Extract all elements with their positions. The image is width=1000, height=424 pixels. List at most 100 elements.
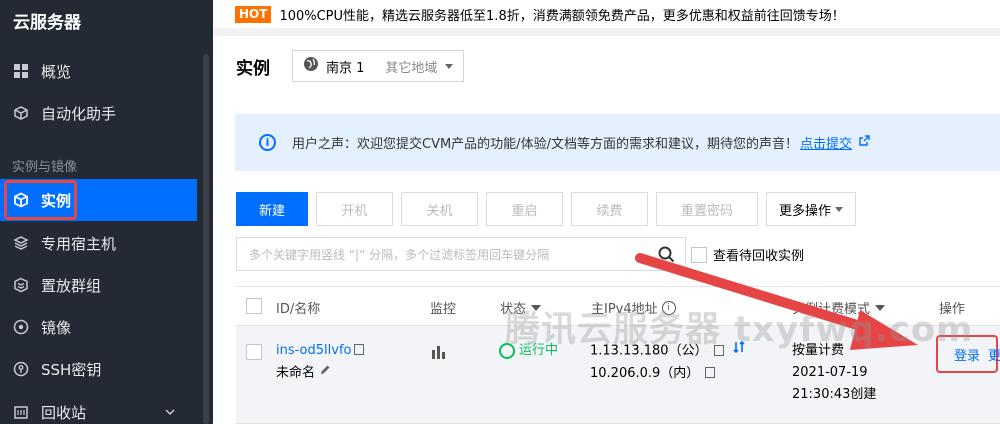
sidebar-scrollbar[interactable] [203, 54, 209, 424]
search-icon[interactable] [658, 246, 675, 266]
col-ipv4: 主IPv4地址 i [591, 298, 676, 317]
sidebar-item-label: 置放群组 [41, 276, 102, 295]
renew-button[interactable]: 续费 [571, 192, 648, 226]
col-ipv4-label: 主IPv4地址 [591, 302, 658, 317]
sidebar-item-dedicated-host[interactable]: 专用宿主机 [0, 222, 197, 264]
table-row: ins-od5llvfo 未命名 运行中 1.13.13.180（公） 10.2… [236, 326, 1000, 424]
col-id-name: ID/名称 [276, 302, 321, 317]
more-actions-link[interactable]: 更多 [988, 349, 1000, 364]
more-actions-dropdown[interactable]: 更多操作 [766, 192, 856, 226]
billing-cell: 按量计费 2021-07-19 21:30:43创建 [792, 340, 876, 406]
chevron-down-icon[interactable] [165, 403, 175, 421]
search-placeholder: 多个关键字用竖线 “|” 分隔，多个过滤标签用回车键分隔 [249, 247, 550, 262]
sidebar-item-instances[interactable]: 实例 [0, 179, 197, 221]
globe-icon [303, 56, 319, 76]
key-icon [12, 360, 30, 378]
info-icon: i [259, 134, 276, 151]
sidebar-item-ssh-keys[interactable]: SSH密钥 [0, 348, 197, 390]
status-cell: 运行中 [499, 340, 558, 362]
start-button[interactable]: 开机 [316, 192, 393, 226]
more-actions-label: 更多操作 [779, 203, 832, 219]
sidebar-item-recycle-bin[interactable]: 回收站 [0, 391, 197, 424]
toolbar: 新建 开机 关机 重启 续费 重置密码 更多操作 [236, 192, 864, 226]
recycle-filter[interactable]: 查看待回收实例 [691, 245, 804, 264]
chevron-down-icon [835, 206, 843, 212]
billing-mode: 按量计费 [792, 343, 845, 358]
sidebar-item-label: 回收站 [41, 403, 87, 422]
sidebar-item-label: 镜像 [41, 318, 72, 337]
disc-icon [12, 318, 30, 336]
col-actions: 操作 [939, 302, 966, 317]
more-actions-link-wrap: 更多 [988, 346, 1000, 368]
sidebar-title: 云服务器 [13, 13, 81, 33]
content-panel: i 用户之声：欢迎您提交CVM产品的功能/体验/文档等方面的需求和建议，期待您的… [213, 96, 1000, 424]
layers-icon [12, 234, 30, 252]
restart-button[interactable]: 重启 [486, 192, 563, 226]
copy-icon[interactable] [705, 366, 716, 378]
created-date: 2021-07-19 [792, 365, 868, 380]
instance-id-cell: ins-od5llvfo 未命名 [276, 340, 365, 385]
instance-id-link[interactable]: ins-od5llvfo [276, 343, 351, 358]
external-link-icon[interactable] [859, 135, 870, 150]
sidebar-section-label: 实例与镜像 [12, 160, 78, 175]
recycle-checkbox[interactable] [691, 246, 707, 263]
copy-icon[interactable] [354, 344, 365, 355]
running-status-icon [499, 342, 515, 359]
region-other[interactable]: 其它地域 [385, 57, 437, 76]
instance-table: ID/名称 监控 状态 主IPv4地址 i 实例计费模式 操作 ins-od5l… [236, 286, 1000, 424]
col-status[interactable]: 状态 [500, 298, 542, 317]
filter-icon[interactable] [531, 304, 542, 311]
col-monitor: 监控 [430, 302, 457, 317]
filter-icon[interactable] [875, 304, 886, 311]
sidebar-item-label: SSH密钥 [41, 360, 102, 379]
region-selector[interactable]: 南京 1 其它地域 [292, 50, 465, 82]
table-header: ID/名称 监控 状态 主IPv4地址 i 实例计费模式 操作 [236, 286, 1000, 326]
select-all-checkbox[interactable] [246, 298, 262, 314]
ip-private: 10.206.0.9（内） [590, 365, 700, 381]
created-time: 21:30:43创建 [792, 387, 877, 402]
copy-icon[interactable] [713, 344, 724, 356]
hot-badge: HOT [235, 5, 272, 23]
page-title: 实例 [236, 58, 270, 79]
grid-icon [12, 62, 30, 80]
sidebar: 云服务器 概览 自动化助手 实例与镜像 实例 专用宿主机 置放群组 镜像 SSH… [0, 0, 213, 424]
instance-name: 未命名 [276, 365, 316, 381]
monitor-icon[interactable] [430, 344, 446, 368]
recycle-icon [12, 403, 30, 421]
sidebar-item-overview[interactable]: 概览 [0, 50, 197, 92]
chevron-down-icon [445, 63, 454, 69]
promo-banner[interactable]: HOT 100%CPU性能，精选云服务器低至1.8折，消费满额领免费产品，更多优… [213, 0, 1000, 28]
feedback-notice: i 用户之声：欢迎您提交CVM产品的功能/体验/文档等方面的需求和建议，期待您的… [235, 114, 1000, 171]
ip-public: 1.13.13.180（公） [590, 343, 708, 359]
login-link[interactable]: 登录 [954, 345, 980, 364]
sidebar-item-placement-group[interactable]: 置放群组 [0, 264, 197, 306]
search-input[interactable]: 多个关键字用竖线 “|” 分隔，多个过滤标签用回车键分隔 [236, 237, 686, 271]
ip-cell: 1.13.13.180（公） 10.206.0.9（内） [590, 340, 746, 385]
cube-icon [12, 191, 30, 209]
status-text: 运行中 [519, 343, 559, 358]
recycle-checkbox-label: 查看待回收实例 [713, 249, 805, 264]
notice-submit-link[interactable]: 点击提交 [800, 133, 852, 152]
col-billing[interactable]: 实例计费模式 [792, 298, 886, 317]
new-button[interactable]: 新建 [236, 192, 308, 226]
sidebar-item-images[interactable]: 镜像 [0, 306, 197, 348]
group-icon [12, 276, 30, 294]
col-status-label: 状态 [500, 302, 527, 317]
sidebar-item-label: 专用宿主机 [41, 234, 117, 253]
region-selected[interactable]: 南京 1 [326, 57, 364, 76]
sidebar-item-label: 实例 [41, 191, 72, 210]
shutdown-button[interactable]: 关机 [401, 192, 478, 226]
promo-text: 100%CPU性能，精选云服务器低至1.8折，消费满额领免费产品，更多优惠和权益… [279, 8, 845, 24]
notice-text: 用户之声：欢迎您提交CVM产品的功能/体验/文档等方面的需求和建议，期待您的声音… [292, 137, 798, 152]
reset-password-button[interactable]: 重置密码 [656, 192, 758, 226]
sidebar-item-label: 自动化助手 [41, 104, 117, 123]
sidebar-item-automation[interactable]: 自动化助手 [0, 92, 197, 134]
sidebar-item-label: 概览 [41, 62, 72, 81]
edit-icon[interactable] [319, 362, 331, 384]
row-checkbox[interactable] [246, 344, 262, 360]
main-content: HOT 100%CPU性能，精选云服务器低至1.8折，消费满额领免费产品，更多优… [213, 0, 1000, 424]
info-icon[interactable]: i [661, 300, 676, 315]
box-icon [12, 104, 30, 122]
switch-ip-icon[interactable] [732, 340, 746, 362]
col-billing-label: 实例计费模式 [792, 302, 871, 317]
